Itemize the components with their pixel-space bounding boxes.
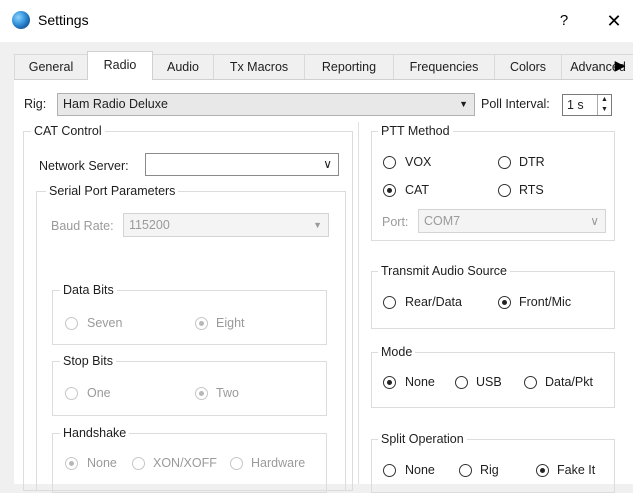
ptt-vox-radio[interactable]: [383, 156, 396, 169]
audio-front-mic-label: Front/Mic: [519, 295, 572, 309]
tab-bar: General Radio Audio Tx Macros Reporting …: [14, 51, 633, 80]
cat-control-title: CAT Control: [31, 124, 105, 138]
help-button[interactable]: ?: [552, 8, 576, 34]
split-rig-radio[interactable]: [459, 464, 472, 477]
spin-buttons[interactable]: ▲ ▼: [597, 95, 611, 115]
ptt-method-title: PTT Method: [378, 124, 453, 138]
network-server-label: Network Server:: [39, 159, 129, 173]
stop-bits-two-label: Two: [216, 386, 239, 400]
ptt-cat-label: CAT: [405, 183, 430, 197]
handshake-xonxoff-label: XON/XOFF: [153, 456, 217, 470]
data-bits-seven-label: Seven: [87, 316, 123, 330]
stop-bits-one-radio[interactable]: [65, 387, 78, 400]
tab-colors[interactable]: Colors: [494, 54, 562, 79]
mode-none-radio[interactable]: [383, 376, 396, 389]
tab-radio[interactable]: Radio: [87, 51, 153, 80]
split-operation-title: Split Operation: [378, 432, 467, 446]
audio-rear-data-radio[interactable]: [383, 296, 396, 309]
app-icon: [12, 11, 30, 29]
split-rig-label: Rig: [480, 463, 499, 477]
ptt-cat-radio[interactable]: [383, 184, 396, 197]
data-bits-seven-radio[interactable]: [65, 317, 78, 330]
handshake-none-label: None: [87, 456, 117, 470]
ptt-dtr-label: DTR: [519, 155, 545, 169]
rig-label: Rig:: [24, 97, 47, 111]
handshake-xonxoff-radio[interactable]: [132, 457, 145, 470]
poll-interval-label: Poll Interval:: [481, 97, 550, 111]
rig-select[interactable]: Ham Radio Deluxe ▼: [57, 93, 475, 116]
tab-reporting[interactable]: Reporting: [304, 54, 394, 79]
data-bits-eight-label: Eight: [216, 316, 245, 330]
port-select[interactable]: COM7 ∨: [418, 209, 606, 233]
mode-usb-label: USB: [476, 375, 502, 389]
handshake-none-radio[interactable]: [65, 457, 78, 470]
split-none-label: None: [405, 463, 435, 477]
stop-bits-one-label: One: [87, 386, 111, 400]
tab-general[interactable]: General: [14, 54, 88, 79]
port-label: Port:: [382, 215, 409, 229]
poll-interval-spinbox[interactable]: 1 s ▲ ▼: [562, 94, 612, 116]
tab-audio[interactable]: Audio: [152, 54, 214, 79]
network-server-select[interactable]: ∨: [145, 153, 339, 176]
split-fake-it-label: Fake It: [557, 463, 596, 477]
data-bits-title: Data Bits: [60, 283, 117, 297]
mode-data-pkt-label: Data/Pkt: [545, 375, 593, 389]
ptt-rts-label: RTS: [519, 183, 544, 197]
mode-data-pkt-radio[interactable]: [524, 376, 537, 389]
close-button[interactable]: ✕: [602, 8, 626, 34]
chevron-down-icon: ▼: [459, 99, 468, 109]
audio-rear-data-label: Rear/Data: [405, 295, 462, 309]
rig-value: Ham Radio Deluxe: [63, 97, 168, 111]
tab-tx-macros[interactable]: Tx Macros: [213, 54, 305, 79]
column-divider: [358, 122, 359, 484]
spin-up-icon[interactable]: ▲: [598, 95, 611, 105]
radio-page: Rig: Ham Radio Deluxe ▼ Poll Interval: 1…: [14, 79, 633, 493]
stop-bits-title: Stop Bits: [60, 354, 117, 368]
ptt-vox-label: VOX: [405, 155, 432, 169]
handshake-hardware-radio[interactable]: [230, 457, 243, 470]
stop-bits-two-radio[interactable]: [195, 387, 208, 400]
ptt-dtr-radio[interactable]: [498, 156, 511, 169]
baud-rate-select[interactable]: 115200 ▼: [123, 213, 329, 237]
mode-usb-radio[interactable]: [455, 376, 468, 389]
mode-title: Mode: [378, 345, 416, 359]
spin-down-icon[interactable]: ▼: [598, 105, 611, 115]
serial-port-title: Serial Port Parameters: [46, 184, 179, 198]
mode-none-label: None: [405, 375, 435, 389]
tab-scroll-right-icon[interactable]: ▶: [610, 52, 630, 78]
split-fake-it-radio[interactable]: [536, 464, 549, 477]
window-title: Settings: [38, 12, 89, 28]
chevron-down-icon: ▼: [313, 220, 322, 230]
handshake-title: Handshake: [60, 426, 130, 440]
baud-rate-label: Baud Rate:: [51, 219, 114, 233]
data-bits-eight-radio[interactable]: [195, 317, 208, 330]
transmit-audio-source-title: Transmit Audio Source: [378, 264, 510, 278]
ptt-rts-radio[interactable]: [498, 184, 511, 197]
baud-rate-value: 115200: [129, 218, 170, 232]
port-value: COM7: [424, 214, 461, 228]
handshake-hardware-label: Hardware: [251, 456, 306, 470]
chevron-down-icon: ∨: [590, 214, 599, 228]
title-bar: Settings ? ✕: [0, 0, 633, 42]
tab-frequencies[interactable]: Frequencies: [393, 54, 495, 79]
chevron-down-icon: ∨: [323, 157, 332, 171]
audio-front-mic-radio[interactable]: [498, 296, 511, 309]
split-none-radio[interactable]: [383, 464, 396, 477]
poll-interval-value: 1 s: [567, 98, 584, 112]
